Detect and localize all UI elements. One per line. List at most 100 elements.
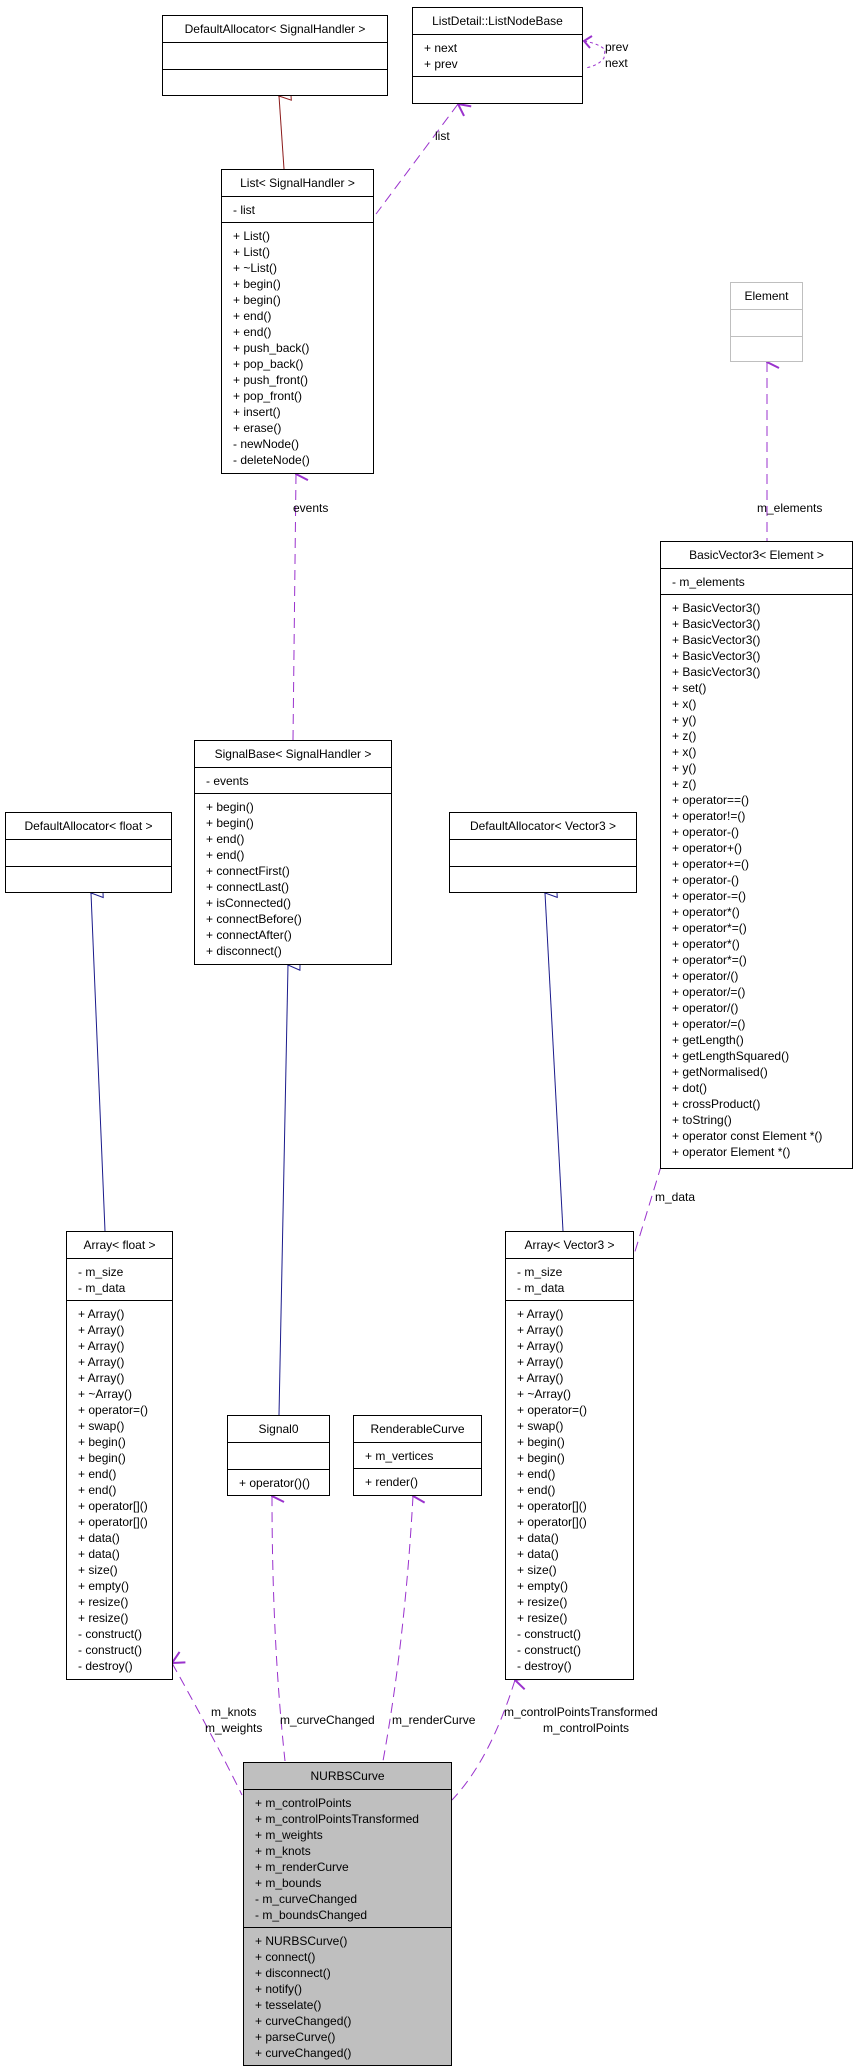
class-method[interactable]: + render() xyxy=(365,1474,481,1490)
class-method[interactable]: + operator-() xyxy=(672,872,852,888)
class-attribute[interactable]: - m_data xyxy=(78,1280,172,1296)
class-method[interactable]: + connect() xyxy=(255,1949,451,1965)
class-attribute[interactable]: - m_boundsChanged xyxy=(255,1907,451,1923)
class-method[interactable]: + ~Array() xyxy=(517,1386,633,1402)
class-method[interactable]: + data() xyxy=(78,1530,172,1546)
class-box-list-signalhandler[interactable]: List< SignalHandler > - list + List() + Lis… xyxy=(221,169,374,474)
class-method[interactable]: + curveChanged() xyxy=(255,2045,451,2061)
class-method[interactable]: + resize() xyxy=(517,1594,633,1610)
class-method[interactable]: + operator const Element *() xyxy=(672,1128,852,1144)
class-method[interactable]: + size() xyxy=(78,1562,172,1578)
class-method[interactable]: + getLengthSquared() xyxy=(672,1048,852,1064)
class-method[interactable]: + operator[]() xyxy=(78,1514,172,1530)
class-method[interactable]: + toString() xyxy=(672,1112,852,1128)
class-method[interactable]: + List() xyxy=(233,244,373,260)
class-method[interactable]: + pop_back() xyxy=(233,356,373,372)
class-attribute[interactable]: + m_renderCurve xyxy=(255,1859,451,1875)
class-method[interactable]: + end() xyxy=(517,1466,633,1482)
class-box-default-allocator-signalhandler[interactable]: DefaultAllocator< SignalHandler > xyxy=(162,15,388,96)
class-box-renderablecurve[interactable]: RenderableCurve + m_vertices + render() xyxy=(353,1415,482,1496)
class-method[interactable]: + dot() xyxy=(672,1080,852,1096)
class-method[interactable]: + Array() xyxy=(517,1354,633,1370)
class-method[interactable]: - construct() xyxy=(78,1642,172,1658)
class-method[interactable]: + isConnected() xyxy=(206,895,391,911)
class-box-signalbase-signalhandler[interactable]: SignalBase< SignalHandler > - events + beg… xyxy=(194,740,392,965)
class-method[interactable]: + swap() xyxy=(78,1418,172,1434)
class-method[interactable]: + push_front() xyxy=(233,372,373,388)
class-method[interactable]: + pop_front() xyxy=(233,388,373,404)
class-method[interactable]: + end() xyxy=(206,847,391,863)
class-method[interactable]: - destroy() xyxy=(78,1658,172,1674)
class-method[interactable]: + begin() xyxy=(78,1434,172,1450)
class-method[interactable]: + operator-=() xyxy=(672,888,852,904)
class-method[interactable]: + connectLast() xyxy=(206,879,391,895)
class-method[interactable]: + curveChanged() xyxy=(255,2013,451,2029)
class-method[interactable]: + begin() xyxy=(78,1450,172,1466)
class-method[interactable]: + begin() xyxy=(517,1450,633,1466)
class-attribute[interactable]: - list xyxy=(233,202,373,218)
class-box-element[interactable]: Element xyxy=(730,282,803,362)
class-box-signal0[interactable]: Signal0 + operator()() xyxy=(227,1415,330,1496)
class-method[interactable]: + operator/() xyxy=(672,968,852,984)
class-method[interactable]: + operator=() xyxy=(78,1402,172,1418)
class-method[interactable]: + resize() xyxy=(78,1610,172,1626)
class-box-nurbscurve[interactable]: NURBSCurve + m_controlPoints + m_controlPo… xyxy=(243,1762,452,2066)
class-attribute[interactable]: + m_vertices xyxy=(365,1448,481,1464)
class-attribute[interactable]: - m_elements xyxy=(672,574,852,590)
class-method[interactable]: + ~Array() xyxy=(78,1386,172,1402)
class-method[interactable]: + operator-() xyxy=(672,824,852,840)
class-method[interactable]: + operator/=() xyxy=(672,1016,852,1032)
class-method[interactable]: + Array() xyxy=(78,1354,172,1370)
class-box-basicvector3-element[interactable]: BasicVector3< Element > - m_elements + Bas… xyxy=(660,541,853,1169)
class-method[interactable]: + BasicVector3() xyxy=(672,616,852,632)
class-method[interactable]: + x() xyxy=(672,744,852,760)
class-method[interactable]: + z() xyxy=(672,728,852,744)
class-method[interactable]: + data() xyxy=(78,1546,172,1562)
class-method[interactable]: + end() xyxy=(517,1482,633,1498)
class-method[interactable]: - construct() xyxy=(517,1626,633,1642)
class-method[interactable]: + operator+=() xyxy=(672,856,852,872)
class-method[interactable]: + operator+() xyxy=(672,840,852,856)
class-method[interactable]: + BasicVector3() xyxy=(672,664,852,680)
class-method[interactable]: + resize() xyxy=(78,1594,172,1610)
class-method[interactable]: + BasicVector3() xyxy=(672,632,852,648)
class-method[interactable]: + begin() xyxy=(206,799,391,815)
class-method[interactable]: + swap() xyxy=(517,1418,633,1434)
class-method[interactable]: + crossProduct() xyxy=(672,1096,852,1112)
class-attribute[interactable]: - m_data xyxy=(517,1280,633,1296)
class-method[interactable]: + end() xyxy=(206,831,391,847)
class-method[interactable]: + operator!=() xyxy=(672,808,852,824)
class-method[interactable]: + getNormalised() xyxy=(672,1064,852,1080)
class-method[interactable]: + data() xyxy=(517,1546,633,1562)
class-method[interactable]: + connectFirst() xyxy=(206,863,391,879)
class-method[interactable]: + notify() xyxy=(255,1981,451,1997)
class-method[interactable]: + push_back() xyxy=(233,340,373,356)
class-method[interactable]: - construct() xyxy=(78,1626,172,1642)
class-method[interactable]: + operator=() xyxy=(517,1402,633,1418)
class-method[interactable]: + List() xyxy=(233,228,373,244)
class-method[interactable]: + empty() xyxy=(78,1578,172,1594)
class-method[interactable]: + operator*=() xyxy=(672,920,852,936)
class-box-listnodebase[interactable]: ListDetail::ListNodeBase + next + prev xyxy=(412,7,583,104)
class-method[interactable]: + end() xyxy=(78,1466,172,1482)
class-method[interactable]: + z() xyxy=(672,776,852,792)
class-attribute[interactable]: - m_size xyxy=(78,1264,172,1280)
class-attribute[interactable]: + next xyxy=(424,40,582,56)
class-method[interactable]: + Array() xyxy=(517,1338,633,1354)
class-method[interactable]: - newNode() xyxy=(233,436,373,452)
class-method[interactable]: + operator[]() xyxy=(517,1498,633,1514)
class-box-default-allocator-float[interactable]: DefaultAllocator< float > xyxy=(5,812,172,893)
class-method[interactable]: + operator/() xyxy=(672,1000,852,1016)
class-method[interactable]: + operator Element *() xyxy=(672,1144,852,1160)
class-attribute[interactable]: + m_bounds xyxy=(255,1875,451,1891)
class-method[interactable]: + BasicVector3() xyxy=(672,648,852,664)
class-method[interactable]: + end() xyxy=(78,1482,172,1498)
class-attribute[interactable]: + m_knots xyxy=(255,1843,451,1859)
class-method[interactable]: + begin() xyxy=(206,815,391,831)
class-method[interactable]: + getLength() xyxy=(672,1032,852,1048)
class-method[interactable]: + operator/=() xyxy=(672,984,852,1000)
class-method[interactable]: + begin() xyxy=(233,292,373,308)
class-method[interactable]: + size() xyxy=(517,1562,633,1578)
class-attribute[interactable]: + m_weights xyxy=(255,1827,451,1843)
class-method[interactable]: + Array() xyxy=(517,1306,633,1322)
